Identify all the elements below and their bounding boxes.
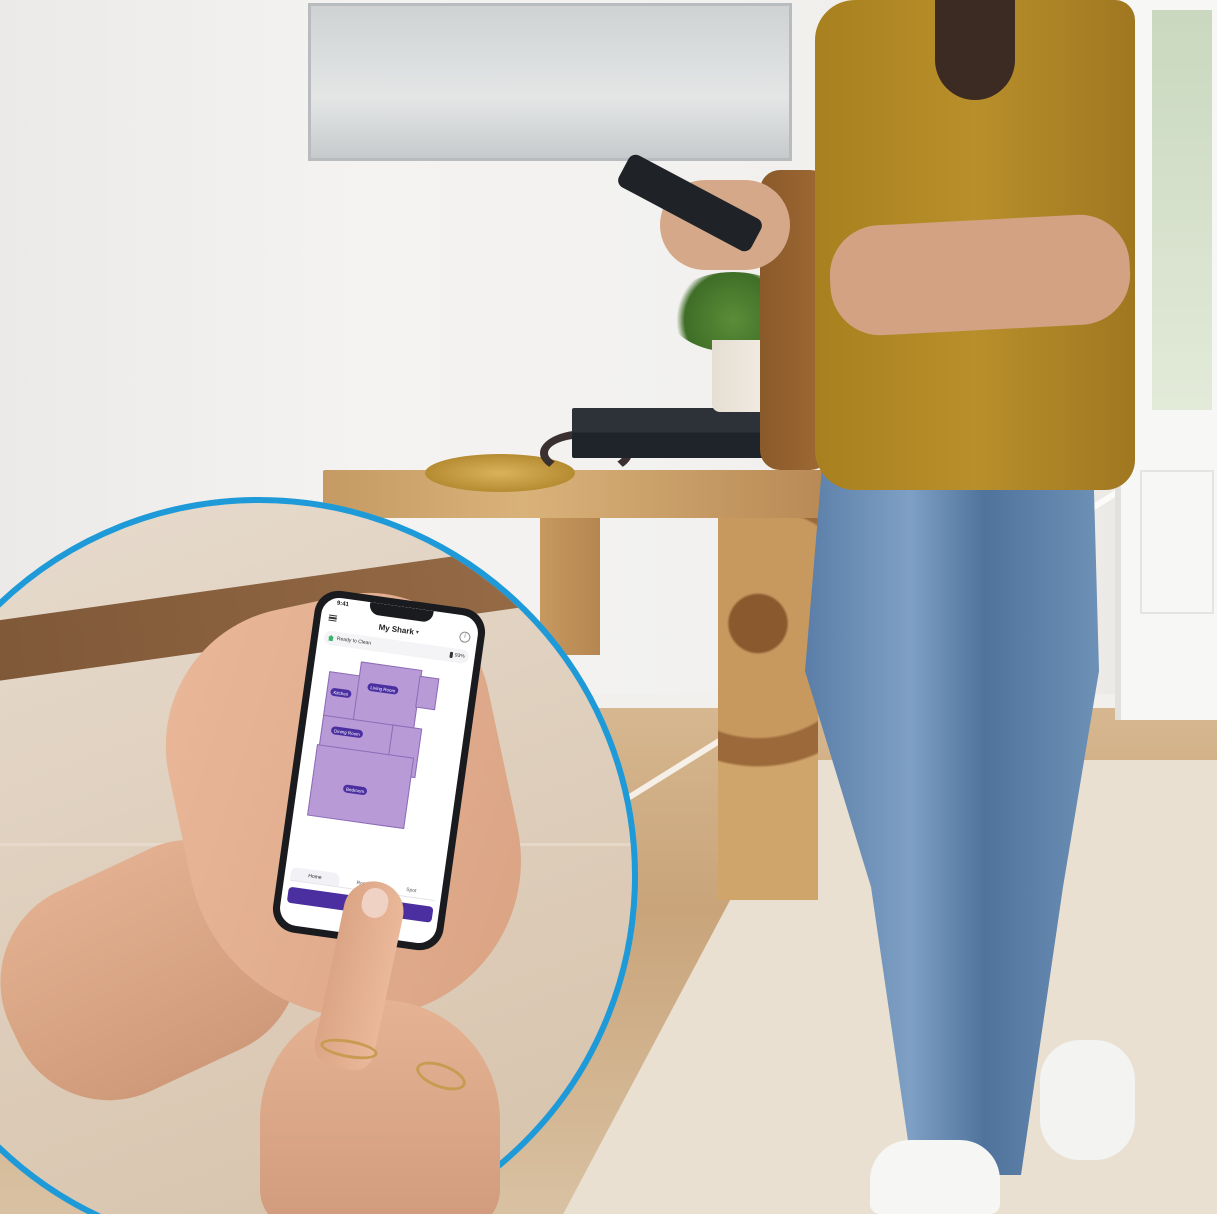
map-room-living[interactable] (352, 661, 423, 730)
tab-home[interactable]: Home (289, 866, 340, 888)
status-time: 9:41 (336, 600, 350, 609)
arm (827, 212, 1133, 338)
sneaker-left (870, 1140, 1000, 1214)
hair (935, 0, 1015, 100)
home-icon (328, 635, 335, 642)
map-room-hall[interactable] (415, 675, 440, 711)
battery-level: 93% (454, 652, 466, 660)
battery-icon (449, 651, 454, 659)
robot-status-text: Ready to Clean (336, 635, 372, 647)
book-stack (572, 408, 770, 458)
product-lifestyle-photo: 9:41 My Shark ▾ i Ready to Clean 93% Kit… (0, 0, 1217, 1214)
chevron-down-icon: ▾ (415, 629, 420, 636)
door-window (1152, 10, 1212, 410)
door-panel (1140, 470, 1214, 614)
app-title: My Shark (378, 622, 415, 636)
sneaker-right (1040, 1040, 1135, 1160)
table-leg-right (718, 505, 818, 900)
wall-artwork (308, 3, 792, 161)
floor-map[interactable]: Kitchen Living Room Dining Room Bedroom (304, 657, 458, 844)
